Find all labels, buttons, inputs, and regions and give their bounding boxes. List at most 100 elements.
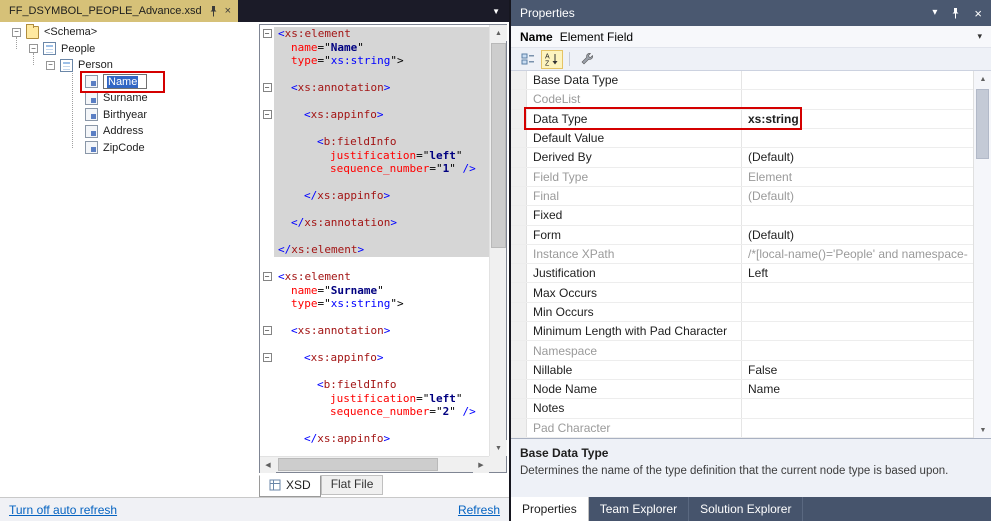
- code-line[interactable]: name="Surname": [260, 283, 489, 297]
- tab-solution-explorer[interactable]: Solution Explorer: [689, 497, 804, 521]
- pin-icon[interactable]: [209, 5, 218, 17]
- code-line[interactable]: [260, 310, 489, 324]
- property-pages-icon[interactable]: [576, 50, 598, 69]
- code-line[interactable]: </xs:element>: [260, 243, 489, 257]
- tree-item-surname[interactable]: Surname: [0, 90, 254, 107]
- sort-alphabetical-icon[interactable]: AZ: [541, 49, 563, 69]
- property-row-pad-character[interactable]: Pad Character: [511, 418, 973, 438]
- property-value[interactable]: (Default): [742, 148, 973, 166]
- editor-vertical-scrollbar[interactable]: ▲ ▼: [489, 25, 507, 456]
- scroll-down-icon[interactable]: ▼: [974, 422, 991, 438]
- pin-icon[interactable]: [951, 7, 960, 19]
- fold-collapse-icon[interactable]: −: [260, 108, 274, 122]
- property-row-field-type[interactable]: Field Type Element: [511, 167, 973, 187]
- property-row-node-name[interactable]: Node Name Name: [511, 380, 973, 400]
- property-row-codelist[interactable]: CodeList: [511, 90, 973, 110]
- property-row-derived-by[interactable]: Derived By (Default): [511, 148, 973, 168]
- tree-item-people[interactable]: − People: [0, 41, 254, 58]
- property-row-data-type[interactable]: Data Type xs:string: [511, 109, 973, 129]
- code-line[interactable]: type="xs:string">: [260, 297, 489, 311]
- property-row-max-occurs[interactable]: Max Occurs: [511, 283, 973, 303]
- xml-editor[interactable]: − <xs:element name="Name" type="xs:string">…: [259, 24, 507, 473]
- scrollbar-thumb[interactable]: [278, 458, 438, 471]
- scroll-right-icon[interactable]: ▶: [473, 457, 489, 473]
- chevron-down-icon[interactable]: ▾: [977, 31, 982, 42]
- tree-item-zipcode[interactable]: ZipCode: [0, 140, 254, 157]
- scrollbar-thumb[interactable]: [491, 43, 506, 248]
- window-position-dropdown-icon[interactable]: ▾: [932, 8, 937, 18]
- xml-code-area[interactable]: − <xs:element name="Name" type="xs:string">…: [260, 25, 489, 456]
- property-row-default-value[interactable]: Default Value: [511, 128, 973, 149]
- code-line[interactable]: [260, 229, 489, 243]
- property-row-fixed[interactable]: Fixed: [511, 206, 973, 226]
- property-value[interactable]: [742, 399, 973, 417]
- scroll-down-icon[interactable]: ▼: [490, 440, 507, 456]
- schema-treeview[interactable]: − <Schema> − People − Person Name Surname Birthy…: [0, 22, 254, 475]
- tree-item-name[interactable]: Name: [0, 74, 254, 91]
- tree-item-schema[interactable]: − <Schema>: [0, 23, 254, 41]
- scrollbar-thumb[interactable]: [976, 89, 989, 159]
- tree-item-person[interactable]: − Person: [0, 57, 254, 74]
- fold-collapse-icon[interactable]: −: [260, 351, 274, 365]
- property-value[interactable]: [742, 129, 973, 147]
- property-value[interactable]: (Default): [742, 187, 973, 205]
- property-value[interactable]: [742, 322, 973, 340]
- property-row-notes[interactable]: Notes: [511, 399, 973, 419]
- property-value[interactable]: Name: [742, 380, 973, 398]
- code-line[interactable]: − <xs:element: [260, 27, 489, 41]
- property-value[interactable]: Element: [742, 168, 973, 186]
- tree-item-birthyear[interactable]: Birthyear: [0, 107, 254, 124]
- code-line[interactable]: [260, 337, 489, 351]
- tab-team-explorer[interactable]: Team Explorer: [589, 497, 690, 521]
- code-line[interactable]: <b:fieldInfo: [260, 378, 489, 392]
- property-value[interactable]: [742, 341, 973, 359]
- code-line[interactable]: sequence_number="1" />: [260, 162, 489, 176]
- code-line[interactable]: [260, 202, 489, 216]
- property-row-nillable[interactable]: Nillable False: [511, 360, 973, 380]
- property-row-form[interactable]: Form (Default): [511, 225, 973, 245]
- code-line[interactable]: <b:fieldInfo: [260, 135, 489, 149]
- code-line[interactable]: justification="left": [260, 391, 489, 405]
- properties-titlebar[interactable]: Properties ▾ ×: [511, 0, 991, 26]
- property-value[interactable]: /*[local-name()='People' and namespace-: [742, 245, 973, 263]
- code-line[interactable]: − <xs:appinfo>: [260, 108, 489, 122]
- tree-item-rename-input[interactable]: Name: [103, 74, 147, 90]
- code-line[interactable]: − <xs:element: [260, 270, 489, 284]
- property-value[interactable]: [742, 90, 973, 108]
- tab-xsd[interactable]: XSD: [259, 475, 321, 497]
- categorized-icon[interactable]: [517, 50, 539, 69]
- code-line[interactable]: [260, 121, 489, 135]
- property-value[interactable]: [742, 303, 973, 321]
- code-line[interactable]: </xs:appinfo>: [260, 189, 489, 203]
- property-row-minimum-length-with-pad-character[interactable]: Minimum Length with Pad Character: [511, 322, 973, 342]
- property-value[interactable]: (Default): [742, 226, 973, 244]
- code-line[interactable]: − <xs:annotation>: [260, 81, 489, 95]
- code-line[interactable]: sequence_number="2" />: [260, 405, 489, 419]
- code-line[interactable]: </xs:appinfo>: [260, 432, 489, 446]
- editor-horizontal-scrollbar[interactable]: ◀ ▶: [260, 456, 489, 473]
- property-value[interactable]: [742, 283, 973, 301]
- code-line[interactable]: type="xs:string">: [260, 54, 489, 68]
- property-row-base-data-type[interactable]: Base Data Type: [511, 71, 973, 91]
- document-tab[interactable]: FF_DSYMBOL_PEOPLE_Advance.xsd ×: [0, 0, 239, 22]
- turn-off-auto-refresh-link[interactable]: Turn off auto refresh: [9, 503, 117, 517]
- code-line[interactable]: </xs:annotation>: [260, 216, 489, 230]
- property-value[interactable]: xs:string: [742, 110, 973, 128]
- property-value[interactable]: Left: [742, 264, 973, 282]
- property-value[interactable]: [742, 206, 973, 224]
- tree-item-address[interactable]: Address: [0, 123, 254, 140]
- property-row-namespace[interactable]: Namespace: [511, 341, 973, 361]
- fold-collapse-icon[interactable]: −: [260, 324, 274, 338]
- code-line[interactable]: [260, 364, 489, 378]
- scroll-up-icon[interactable]: ▲: [974, 71, 991, 87]
- code-line[interactable]: [260, 418, 489, 432]
- code-line[interactable]: [260, 94, 489, 108]
- code-line[interactable]: name="Name": [260, 40, 489, 54]
- property-value[interactable]: [742, 71, 973, 89]
- property-row-final[interactable]: Final (Default): [511, 186, 973, 207]
- code-line[interactable]: justification="left": [260, 148, 489, 162]
- close-icon[interactable]: ×: [974, 7, 982, 20]
- property-grid[interactable]: Base Data Type CodeList Data Type xs:string…: [511, 71, 991, 438]
- scroll-up-icon[interactable]: ▲: [490, 25, 507, 41]
- fold-collapse-icon[interactable]: −: [260, 270, 274, 284]
